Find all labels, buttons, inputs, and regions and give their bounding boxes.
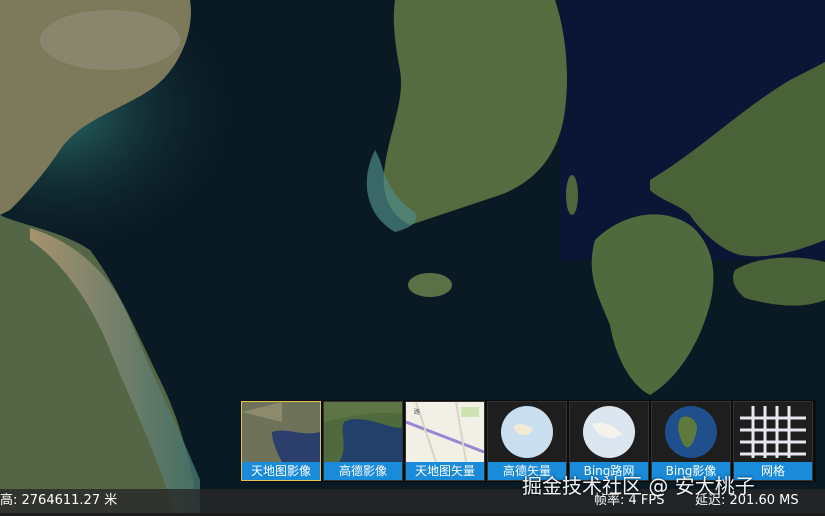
- basemap-label: 高德影像: [324, 462, 402, 480]
- basemap-label: 高德矢量: [488, 462, 566, 480]
- tsushima-island: [566, 175, 578, 215]
- basemap-option-satellite-tianditu[interactable]: 天地图影像: [241, 401, 321, 481]
- grid-thumbnail: [734, 402, 812, 462]
- svg-text:路: 路: [414, 408, 420, 416]
- map-viewer[interactable]: 天地图影像 高德影像路天地图矢量 高德矢量 Bing路网 Bing影像 网格 高: 276…: [0, 0, 825, 516]
- basemap-picker: 天地图影像 高德影像路天地图矢量 高德矢量 Bing路网 Bing影像 网格: [240, 400, 816, 482]
- japan-shikoku: [733, 257, 825, 306]
- basemap-label: Bing路网: [570, 462, 648, 480]
- haze-patch: [40, 10, 180, 70]
- basemap-label: 天地图矢量: [406, 462, 484, 480]
- globe-vector-thumbnail: [488, 402, 566, 462]
- basemap-option-globe-vector[interactable]: 高德矢量: [487, 401, 567, 481]
- globe-imagery-thumbnail: [652, 402, 730, 462]
- basemap-label: Bing影像: [652, 462, 730, 480]
- basemap-option-vector-tianditu[interactable]: 路天地图矢量: [405, 401, 485, 481]
- basemap-label: 天地图影像: [242, 462, 320, 480]
- basemap-label: 网格: [734, 462, 812, 480]
- fps-readout: 帧率: 4 FPS: [594, 493, 665, 508]
- vector-tianditu-thumbnail: 路: [406, 402, 484, 462]
- latency-readout: 延迟: 201.60 MS: [695, 493, 799, 508]
- camera-height-readout: 高: 2764611.27 米: [0, 493, 118, 508]
- globe-road-thumbnail: [570, 402, 648, 462]
- status-bar: 高: 2764611.27 米 帧率: 4 FPS 延迟: 201.60 MS: [0, 489, 825, 513]
- basemap-option-grid[interactable]: 网格: [733, 401, 813, 481]
- basemap-option-globe-road[interactable]: Bing路网: [569, 401, 649, 481]
- satellite-gaode-thumbnail: [324, 402, 402, 462]
- jeju-island: [408, 273, 452, 297]
- basemap-option-satellite-gaode[interactable]: 高德影像: [323, 401, 403, 481]
- satellite-tianditu-thumbnail: [242, 402, 320, 462]
- basemap-option-globe-imagery[interactable]: Bing影像: [651, 401, 731, 481]
